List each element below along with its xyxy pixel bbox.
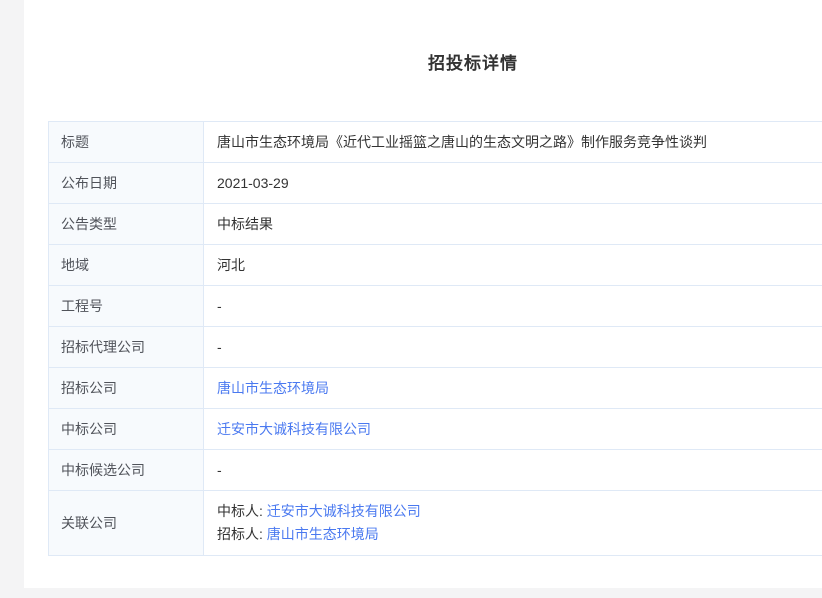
row-value: 河北 <box>204 245 822 286</box>
row-value: - <box>204 327 822 368</box>
row-value: 唐山市生态环境局《近代工业摇篮之唐山的生态文明之路》制作服务竞争性谈判 <box>204 122 822 163</box>
row-value: 唐山市生态环境局 <box>204 368 822 409</box>
row-label: 招标公司 <box>49 368 204 409</box>
company-link[interactable]: 迁安市大诚科技有限公司 <box>267 503 421 519</box>
table-row: 中标公司迁安市大诚科技有限公司 <box>49 409 822 450</box>
row-label: 公告类型 <box>49 204 204 245</box>
row-label: 地域 <box>49 245 204 286</box>
table-row: 中标候选公司- <box>49 450 822 491</box>
related-company-line: 招标人: 唐山市生态环境局 <box>217 523 822 546</box>
detail-table: 标题唐山市生态环境局《近代工业摇篮之唐山的生态文明之路》制作服务竞争性谈判公布日… <box>48 121 822 556</box>
table-row: 地域河北 <box>49 245 822 286</box>
row-label: 标题 <box>49 122 204 163</box>
row-label: 招标代理公司 <box>49 327 204 368</box>
table-row: 关联公司中标人: 迁安市大诚科技有限公司招标人: 唐山市生态环境局 <box>49 491 822 556</box>
row-value: 中标人: 迁安市大诚科技有限公司招标人: 唐山市生态环境局 <box>204 491 822 556</box>
related-role-label: 招标人: <box>217 526 267 542</box>
row-label: 公布日期 <box>49 163 204 204</box>
detail-card: 招投标详情 标题唐山市生态环境局《近代工业摇篮之唐山的生态文明之路》制作服务竞争… <box>24 0 822 588</box>
table-row: 公告类型中标结果 <box>49 204 822 245</box>
row-value: - <box>204 286 822 327</box>
row-label: 关联公司 <box>49 491 204 556</box>
row-value: 迁安市大诚科技有限公司 <box>204 409 822 450</box>
table-row: 标题唐山市生态环境局《近代工业摇篮之唐山的生态文明之路》制作服务竞争性谈判 <box>49 122 822 163</box>
page-title: 招投标详情 <box>24 0 822 74</box>
company-link[interactable]: 唐山市生态环境局 <box>267 526 379 542</box>
row-value: - <box>204 450 822 491</box>
table-row: 工程号- <box>49 286 822 327</box>
related-role-label: 中标人: <box>217 503 267 519</box>
row-label: 中标公司 <box>49 409 204 450</box>
row-label: 工程号 <box>49 286 204 327</box>
company-link[interactable]: 迁安市大诚科技有限公司 <box>217 421 371 437</box>
row-label: 中标候选公司 <box>49 450 204 491</box>
row-value: 中标结果 <box>204 204 822 245</box>
row-value: 2021-03-29 <box>204 163 822 204</box>
table-row: 招标代理公司- <box>49 327 822 368</box>
related-company-line: 中标人: 迁安市大诚科技有限公司 <box>217 500 822 523</box>
table-row: 招标公司唐山市生态环境局 <box>49 368 822 409</box>
company-link[interactable]: 唐山市生态环境局 <box>217 380 329 396</box>
table-row: 公布日期2021-03-29 <box>49 163 822 204</box>
